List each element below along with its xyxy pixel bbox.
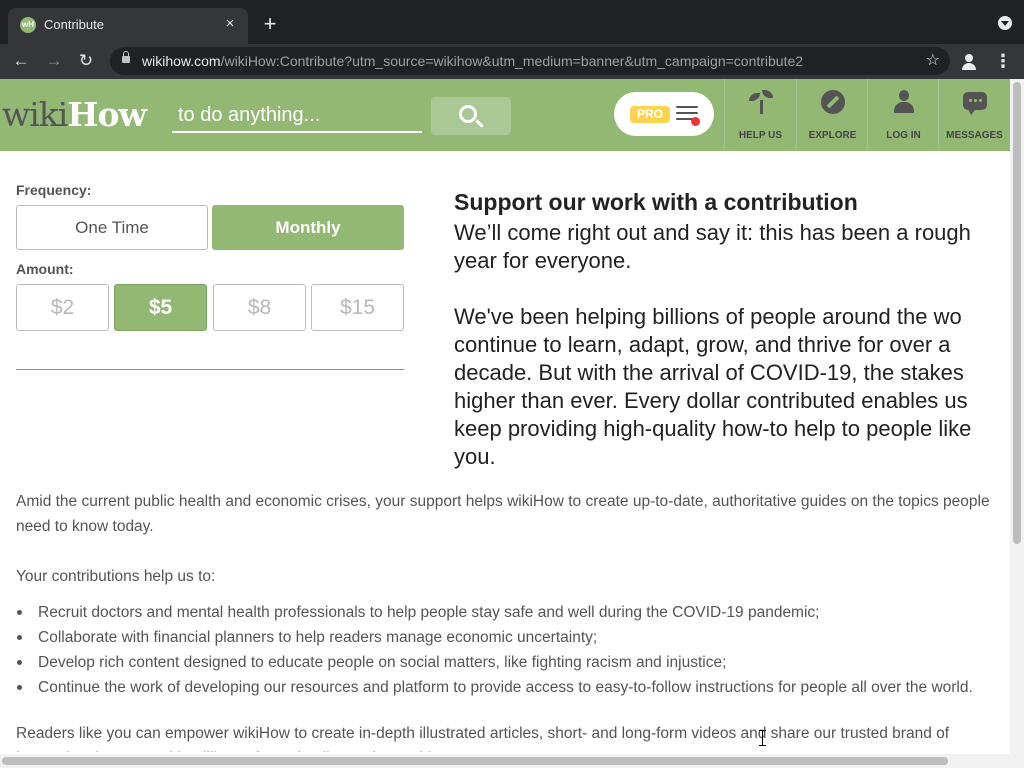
list-item: Collaborate with financial planners to h… [16, 625, 1010, 650]
back-button[interactable]: ← [8, 48, 34, 74]
horizontal-scrollbar[interactable] [0, 754, 1024, 768]
nav-explore[interactable]: EXPLORE [796, 79, 868, 151]
site-header: wikiHow PRO HELP US EXPLORE LOG IN MESSA… [0, 79, 1010, 151]
logo-wiki: wiki [2, 95, 68, 134]
lock-icon[interactable] [122, 51, 130, 63]
bookmark-star-icon[interactable]: ☆ [926, 50, 940, 70]
list-item: Continue the work of developing our reso… [16, 675, 1010, 700]
profile-avatar-icon[interactable] [958, 51, 980, 73]
url-host: wikihow.com [142, 53, 221, 69]
browser-tabstrip: wH Contribute × + [0, 0, 1024, 44]
nav-label: EXPLORE [808, 130, 857, 141]
closing-paragraph: Readers like you can empower wikiHow to … [16, 725, 950, 752]
forward-button[interactable]: → [41, 48, 67, 74]
compass-icon [821, 90, 845, 114]
close-tab-icon[interactable]: × [220, 14, 240, 34]
logo-how: How [67, 95, 147, 134]
vertical-scrollbar[interactable] [1010, 79, 1024, 754]
reload-button[interactable]: ↻ [73, 48, 99, 74]
list-item: Recruit doctors and mental health profes… [16, 600, 1010, 625]
intro-paragraph: Amid the current public health and econo… [16, 493, 990, 535]
tab-title: Contribute [44, 17, 104, 32]
person-icon [892, 90, 916, 114]
pro-menu-button[interactable]: PRO [614, 92, 714, 136]
wikihow-favicon-icon: wH [20, 17, 36, 33]
help-us-to-paragraph: Your contributions help us to: [16, 568, 216, 585]
vertical-scroll-thumb[interactable] [1013, 82, 1021, 544]
nav-help-us[interactable]: HELP US [724, 79, 796, 151]
nav-messages[interactable]: MESSAGES [938, 79, 1010, 151]
browser-menu-icon[interactable]: ⋮ [994, 50, 1012, 72]
browser-tab[interactable]: wH Contribute × [8, 8, 248, 44]
pro-badge: PRO [630, 106, 670, 123]
horizontal-scroll-thumb[interactable] [2, 757, 948, 765]
address-bar[interactable]: wikihow.com/wikiHow:Contribute?utm_sourc… [110, 47, 950, 75]
url-path: /wikiHow:Contribute?utm_source=wikihow&u… [220, 53, 804, 69]
search-icon-handle [475, 119, 484, 128]
nav-label: MESSAGES [946, 130, 1003, 141]
search-button[interactable] [431, 97, 511, 135]
notification-dot [691, 117, 700, 126]
text-cursor-icon [759, 730, 766, 746]
chat-bubble-icon [963, 92, 987, 115]
browser-toolbar: ← → ↻ wikihow.com/wikiHow:Contribute?utm… [0, 44, 1024, 79]
contribution-uses-list: Recruit doctors and mental health profes… [16, 600, 1010, 700]
list-item: Develop rich content designed to educate… [16, 650, 1010, 675]
url-text[interactable]: wikihow.com/wikiHow:Contribute?utm_sourc… [142, 53, 803, 69]
new-tab-button[interactable]: + [258, 12, 282, 36]
sprout-icon [749, 90, 773, 114]
article-body: Amid the current public health and econo… [0, 152, 1010, 752]
search-icon [459, 105, 477, 123]
nav-log-in[interactable]: LOG IN [867, 79, 939, 151]
nav-label: LOG IN [886, 130, 921, 141]
tab-search-dropdown-icon[interactable] [998, 16, 1012, 30]
wikihow-logo[interactable]: wikiHow [2, 95, 147, 134]
search-input[interactable] [172, 99, 422, 133]
nav-label: HELP US [738, 130, 783, 141]
